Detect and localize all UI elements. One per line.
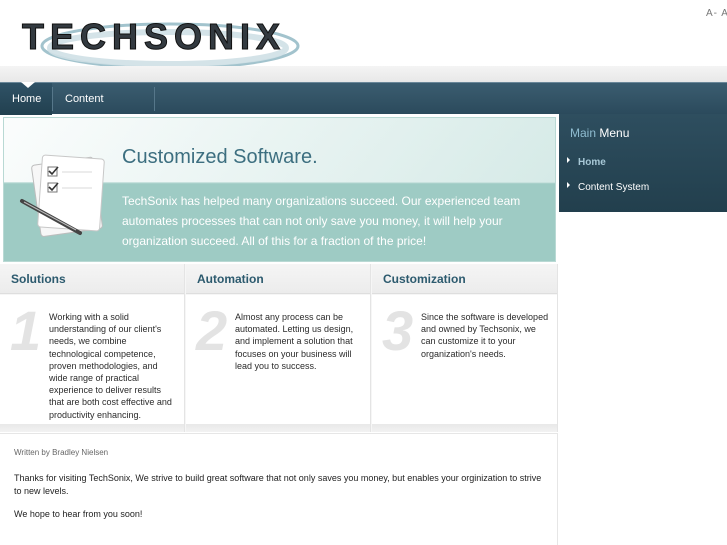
closing-paragraph: We hope to hear from you soon! bbox=[14, 509, 143, 519]
sidebar-main-menu: Main Menu Home Content System bbox=[559, 114, 727, 212]
sidebar-item-label: Content System bbox=[578, 182, 650, 193]
column-number: 3 bbox=[382, 299, 414, 362]
intro-paragraph: Thanks for visiting TechSonix, We strive… bbox=[14, 473, 542, 496]
column-customization: Customization 3 Since the software is de… bbox=[372, 264, 558, 432]
column-footer bbox=[372, 424, 557, 432]
svg-text:TECHSONIX: TECHSONIX bbox=[22, 16, 286, 57]
column-body: 1 Working with a solid understanding of … bbox=[0, 295, 184, 425]
hero-banner: Customized Software. TechSonix has helpe… bbox=[3, 117, 556, 262]
sidebar-item-home[interactable]: Home bbox=[567, 157, 606, 168]
main-nav: Home Content System bbox=[0, 82, 727, 137]
techsonix-logo[interactable]: TECHSONIX bbox=[18, 8, 308, 72]
column-body: 2 Almost any process can be automated. L… bbox=[186, 295, 370, 425]
column-automation: Automation 2 Almost any process can be a… bbox=[186, 264, 371, 432]
sidebar-title-accent: Main bbox=[570, 126, 597, 140]
banner-text: TechSonix has helped many organizations … bbox=[122, 194, 521, 248]
active-caret-icon bbox=[21, 82, 35, 88]
column-title: Automation bbox=[186, 264, 370, 294]
column-text: Since the software is developed and owne… bbox=[421, 312, 549, 359]
nav-divider bbox=[154, 87, 155, 111]
column-title: Customization bbox=[372, 264, 557, 294]
nav-content-system[interactable]: Content System bbox=[53, 83, 154, 137]
author-byline: Written by Bradley Nielsen bbox=[14, 448, 109, 457]
sidebar-title-rest: Menu bbox=[599, 126, 630, 140]
font-resize-control[interactable]: A- A bbox=[706, 8, 727, 19]
checklist-document-icon bbox=[20, 154, 105, 237]
bullet-icon bbox=[567, 182, 570, 188]
bullet-icon bbox=[567, 157, 570, 163]
site-header: TECHSONIX A- A bbox=[0, 0, 727, 82]
column-title: Solutions bbox=[0, 264, 184, 294]
column-text: Working with a solid understanding of ou… bbox=[49, 312, 172, 420]
column-number: 1 bbox=[10, 299, 42, 362]
column-body: 3 Since the software is developed and ow… bbox=[372, 295, 557, 425]
column-text: Almost any process can be automated. Let… bbox=[235, 312, 354, 371]
banner-title: Customized Software. bbox=[122, 146, 318, 168]
sidebar-item-content-system[interactable]: Content System bbox=[567, 182, 649, 193]
column-number: 2 bbox=[196, 299, 228, 362]
column-footer bbox=[186, 424, 370, 432]
column-solutions: Solutions 1 Working with a solid underst… bbox=[0, 264, 185, 432]
feature-columns: Solutions 1 Working with a solid underst… bbox=[0, 264, 558, 432]
sidebar-title: Main Menu bbox=[570, 126, 629, 140]
sidebar-item-label: Home bbox=[578, 157, 606, 168]
main-content: Written by Bradley Nielsen Thanks for vi… bbox=[0, 433, 558, 545]
header-strip bbox=[0, 66, 727, 82]
column-footer bbox=[0, 424, 184, 432]
